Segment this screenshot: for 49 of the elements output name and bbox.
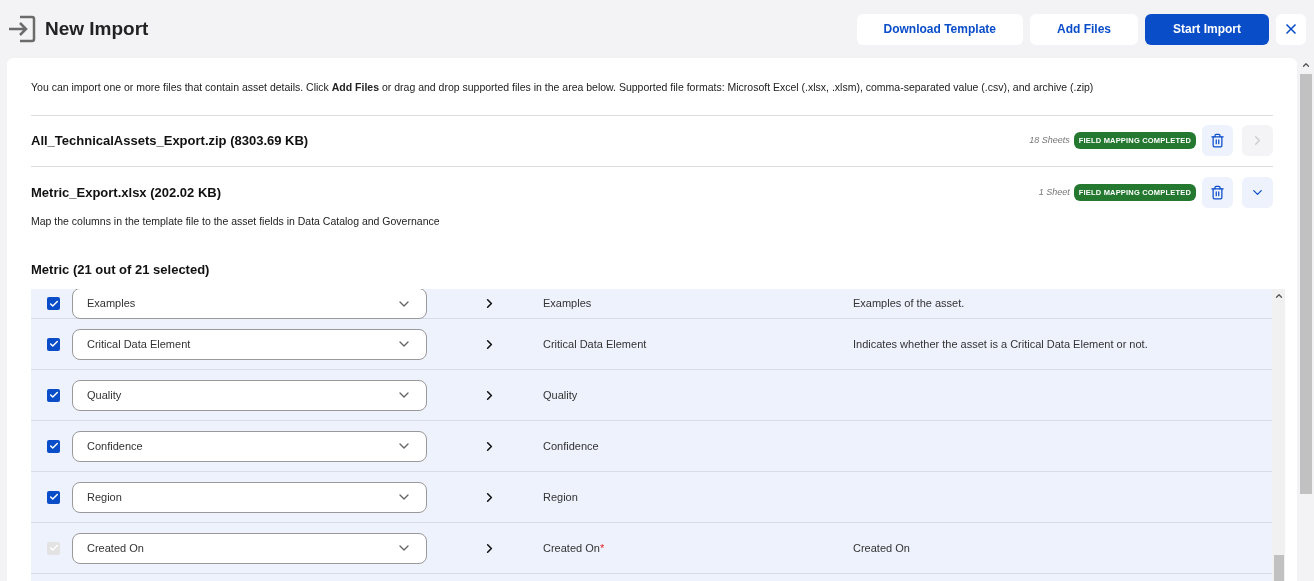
row-checkbox[interactable] — [47, 490, 60, 504]
expand-toggle[interactable] — [1242, 176, 1273, 208]
close-button[interactable] — [1276, 13, 1306, 45]
column-dropdown[interactable]: Confidence — [72, 430, 427, 462]
row-checkbox[interactable] — [47, 388, 60, 402]
delete-button[interactable] — [1202, 125, 1233, 157]
check-icon — [48, 492, 59, 502]
column-dropdown[interactable]: Critical Data Element — [72, 328, 427, 360]
asset-field: Confidence — [543, 437, 853, 455]
scrollbar-thumb[interactable] — [1299, 74, 1312, 494]
asset-field: Quality — [543, 386, 853, 404]
close-icon — [1283, 21, 1299, 37]
check-icon — [48, 543, 59, 553]
asset-field: Critical Data Element — [543, 335, 853, 353]
sheet-count: 18 Sheets — [1029, 134, 1070, 147]
table-scrollbar[interactable] — [1272, 289, 1285, 581]
scrollbar-thumb[interactable] — [1273, 555, 1284, 581]
intro-text: You can import one or more files that contain asset details. Click Add Files or drag and drop supported files in the area below. Supported file formats: Microsoft Excel (.xlsx, .xlsm), comma-separated value (.csv), and archive (.zip) — [31, 80, 1273, 116]
column-dropdown[interactable]: Region — [72, 481, 427, 513]
asset-field: Created On* — [543, 539, 853, 557]
action-button[interactable]: Download Template — [856, 13, 1023, 45]
file-name: Metric_Export.xlsx (202.02 KB) — [31, 183, 222, 202]
column-dropdown[interactable]: Examples — [72, 289, 427, 319]
trash-icon — [1210, 184, 1225, 200]
page-title: New Import — [45, 16, 149, 41]
asset-field: Examples — [543, 295, 853, 312]
row-checkbox[interactable] — [47, 297, 60, 310]
sheet-title: Metric (21 out of 21 selected) — [31, 260, 211, 279]
check-icon — [48, 441, 59, 451]
field-description: Indicates whether the asset is a Critical Data Element or not. — [853, 336, 1148, 352]
trash-icon — [1210, 133, 1225, 149]
asset-field: Region — [543, 488, 853, 506]
check-icon — [48, 339, 59, 349]
scroll-up-icon[interactable] — [1273, 291, 1284, 301]
mapping-hint: Map the columns in the template file to the asset fields in Data Catalog and Governance — [31, 213, 441, 229]
action-button[interactable]: Add Files — [1029, 13, 1138, 45]
sheet-count: 1 Sheet — [1038, 185, 1070, 199]
field-description: Examples of the asset. — [853, 296, 965, 312]
check-icon — [48, 298, 59, 309]
delete-button[interactable] — [1202, 176, 1233, 208]
scroll-up-icon[interactable] — [1300, 60, 1311, 70]
start-button[interactable]: Start Import — [1145, 13, 1269, 45]
row-checkbox[interactable] — [47, 439, 60, 453]
file-name: All_TechnicalAssets_Export.zip (8303.69 KB) — [31, 132, 309, 150]
row-checkbox[interactable] — [47, 337, 60, 351]
import-icon — [6, 13, 38, 45]
column-dropdown[interactable]: Quality — [72, 379, 427, 411]
field-description: Created On — [853, 540, 910, 556]
check-icon — [48, 390, 59, 400]
